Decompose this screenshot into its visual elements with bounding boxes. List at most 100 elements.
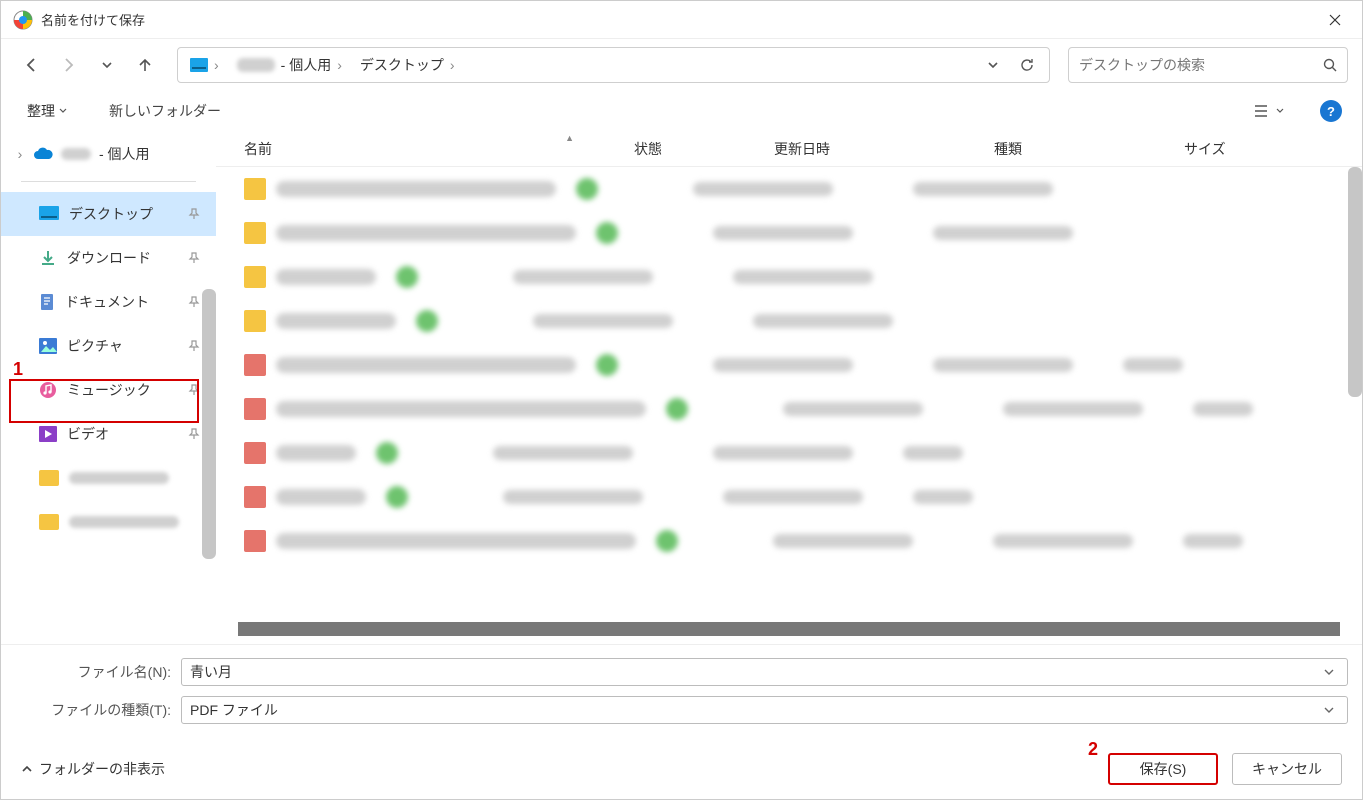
list-item[interactable] (216, 431, 1362, 475)
forward-button[interactable] (53, 49, 85, 81)
annotation-2: 2 (1088, 739, 1098, 760)
redacted-text (69, 516, 179, 528)
list-item[interactable] (216, 255, 1362, 299)
sort-indicator-icon: ▲ (565, 133, 574, 143)
music-icon (39, 381, 57, 399)
file-list: 名前▲ 状態 更新日時 種類 サイズ (216, 131, 1362, 644)
filetype-dropdown[interactable] (1319, 705, 1339, 715)
help-button[interactable]: ? (1320, 100, 1342, 122)
list-item[interactable] (216, 519, 1362, 563)
folder-icon (39, 470, 59, 486)
list-item[interactable] (216, 299, 1362, 343)
titlebar: 名前を付けて保存 (1, 1, 1362, 39)
new-folder-button[interactable]: 新しいフォルダー (103, 97, 227, 125)
divider (21, 181, 196, 182)
cancel-button[interactable]: キャンセル (1232, 753, 1342, 785)
view-menu[interactable] (1248, 100, 1290, 122)
button-bar: フォルダーの非表示 2 保存(S) キャンセル (1, 739, 1362, 799)
sidebar-item-label: ビデオ (67, 424, 109, 444)
picture-icon (39, 338, 57, 354)
sidebar-item-label: ドキュメント (65, 292, 149, 312)
pin-icon[interactable] (188, 252, 200, 264)
sidebar-item-picture[interactable]: ピクチャ (1, 324, 216, 368)
column-type[interactable]: 種類 (994, 139, 1184, 159)
column-headers: 名前▲ 状態 更新日時 種類 サイズ (216, 131, 1362, 167)
filetype-value: PDF ファイル (190, 700, 1319, 720)
list-item[interactable] (216, 211, 1362, 255)
filename-label: ファイル名(N): (15, 662, 181, 682)
download-icon (39, 249, 57, 267)
scrollbar-thumb[interactable] (1348, 167, 1362, 397)
filename-dropdown[interactable] (1319, 667, 1339, 677)
refresh-button[interactable] (1011, 57, 1043, 73)
address-history-dropdown[interactable] (981, 59, 1005, 71)
redacted-text (61, 148, 91, 160)
chevron-right-icon: › (214, 57, 219, 73)
crumb-desktop[interactable]: デスクトップ › (354, 53, 461, 77)
file-rows (216, 167, 1362, 618)
search-box[interactable] (1068, 47, 1348, 83)
list-item[interactable] (216, 475, 1362, 519)
crumb-root[interactable]: › (184, 55, 225, 75)
navigation-bar: › - 個人用 › デスクトップ › (1, 39, 1362, 91)
column-size[interactable]: サイズ (1184, 139, 1362, 159)
chevron-up-icon (21, 763, 33, 775)
expand-icon[interactable]: › (13, 146, 27, 162)
crumb-personal[interactable]: - 個人用 › (231, 53, 348, 77)
pin-icon[interactable] (188, 296, 200, 308)
horizontal-scrollbar[interactable] (238, 622, 1340, 636)
save-button[interactable]: 保存(S) (1108, 753, 1218, 785)
sidebar-item-label: デスクトップ (69, 204, 153, 224)
sidebar-item-label: ピクチャ (67, 336, 123, 356)
list-item[interactable] (216, 167, 1362, 211)
chevron-right-icon: › (337, 57, 342, 73)
column-state[interactable]: 状態 (634, 139, 774, 159)
organize-menu[interactable]: 整理 (21, 97, 73, 125)
sidebar-item-desktop[interactable]: デスクトップ (1, 192, 216, 236)
redacted-text (69, 472, 169, 484)
sidebar-item-label: ダウンロード (67, 248, 151, 268)
sidebar-item-video[interactable]: ビデオ (1, 412, 216, 456)
filename-field[interactable] (181, 658, 1348, 686)
list-item[interactable] (216, 343, 1362, 387)
app-icon (13, 10, 33, 30)
save-as-dialog: 名前を付けて保存 › - 個人用 › デスクトップ › (0, 0, 1363, 800)
sidebar-item-document[interactable]: ドキュメント (1, 280, 216, 324)
pin-icon[interactable] (188, 384, 200, 396)
sidebar-item-blurred[interactable] (1, 456, 216, 500)
scrollbar-thumb[interactable] (202, 289, 216, 559)
sidebar-item-blurred[interactable] (1, 500, 216, 544)
pin-icon[interactable] (188, 208, 200, 220)
filename-form: ファイル名(N): ファイルの種類(T): PDF ファイル (1, 644, 1362, 739)
desktop-icon (39, 206, 59, 222)
redacted-text (237, 58, 275, 72)
filename-input[interactable] (190, 664, 1319, 680)
sidebar-item-label: ミュージック (67, 380, 151, 400)
navigation-pane: › - 個人用 デスクトップダウンロードドキュメントピクチャミュージックビデオ (1, 131, 216, 644)
filetype-label: ファイルの種類(T): (15, 700, 181, 720)
chevron-right-icon: › (450, 57, 455, 73)
list-item[interactable] (216, 387, 1362, 431)
content-body: 1 › - 個人用 デスクトップダウンロードドキュメントピクチャミュージックビデ… (1, 131, 1362, 644)
search-icon[interactable] (1323, 58, 1337, 72)
folder-icon (39, 514, 59, 530)
search-input[interactable] (1079, 57, 1323, 73)
pin-icon[interactable] (188, 340, 200, 352)
filetype-select[interactable]: PDF ファイル (181, 696, 1348, 724)
pin-icon[interactable] (188, 428, 200, 440)
tree-onedrive[interactable]: › - 個人用 (1, 137, 216, 171)
back-button[interactable] (15, 49, 47, 81)
sidebar-item-music[interactable]: ミュージック (1, 368, 216, 412)
toolbar: 整理 新しいフォルダー ? (1, 91, 1362, 131)
recent-dropdown[interactable] (91, 49, 123, 81)
address-bar[interactable]: › - 個人用 › デスクトップ › (177, 47, 1050, 83)
column-name[interactable]: 名前▲ (244, 139, 634, 159)
close-button[interactable] (1312, 1, 1358, 39)
column-date[interactable]: 更新日時 (774, 139, 994, 159)
up-button[interactable] (129, 49, 161, 81)
document-icon (39, 293, 55, 311)
window-title: 名前を付けて保存 (41, 10, 1312, 29)
hide-folders-toggle[interactable]: フォルダーの非表示 (21, 759, 165, 779)
video-icon (39, 426, 57, 442)
sidebar-item-download[interactable]: ダウンロード (1, 236, 216, 280)
